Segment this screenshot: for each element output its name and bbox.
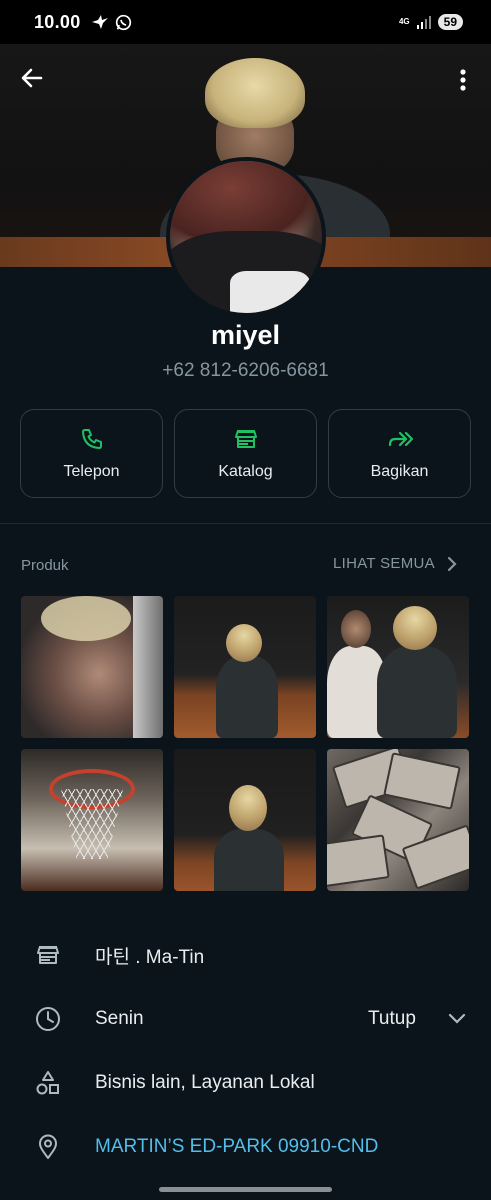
products-section-title: Produk bbox=[21, 557, 69, 574]
business-category-row: Bisnis lain, Layanan Lokal bbox=[0, 1053, 491, 1113]
chevron-right-icon bbox=[447, 556, 457, 571]
product-thumbnail[interactable] bbox=[21, 596, 163, 738]
product-grid bbox=[21, 596, 470, 891]
business-address-link[interactable]: MARTIN’S ED-PARK 09910-CND bbox=[95, 1136, 378, 1158]
product-thumbnail[interactable] bbox=[327, 749, 469, 891]
business-name: 마틴 . Ma-Tin bbox=[95, 946, 205, 968]
catalog-button[interactable]: Katalog bbox=[174, 409, 317, 498]
more-options-button[interactable] bbox=[448, 62, 478, 98]
see-all-link[interactable]: LIHAT SEMUA bbox=[333, 555, 457, 572]
business-category: Bisnis lain, Layanan Lokal bbox=[95, 1072, 315, 1093]
phone-icon bbox=[81, 428, 102, 449]
arrow-left-icon bbox=[21, 68, 43, 88]
shapes-category-icon bbox=[34, 1069, 62, 1097]
business-name-row: 마틴 . Ma-Tin bbox=[0, 925, 491, 985]
network-type-label: 4G bbox=[398, 17, 410, 26]
profile-name: miyel bbox=[210, 320, 281, 350]
section-divider bbox=[0, 523, 491, 524]
action-buttons: Telepon Katalog Bagikan bbox=[20, 409, 471, 498]
business-address-row[interactable]: MARTIN’S ED-PARK 09910-CND bbox=[0, 1117, 491, 1177]
signal-icon bbox=[416, 16, 431, 29]
hours-day: Senin bbox=[95, 1008, 144, 1029]
share-button[interactable]: Bagikan bbox=[328, 409, 471, 498]
status-time: 10.00 bbox=[34, 11, 81, 32]
bird-notification-icon bbox=[91, 15, 108, 29]
profile-phone: +62 812-6206-6681 bbox=[162, 360, 329, 381]
location-pin-icon bbox=[34, 1133, 62, 1161]
call-button-label: Telepon bbox=[63, 462, 120, 480]
home-indicator[interactable] bbox=[159, 1187, 332, 1192]
more-vertical-icon bbox=[460, 69, 466, 91]
share-forward-icon bbox=[388, 431, 413, 446]
store-icon bbox=[34, 941, 62, 969]
product-thumbnail[interactable] bbox=[174, 749, 316, 891]
product-thumbnail[interactable] bbox=[174, 596, 316, 738]
hours-status: Tutup bbox=[368, 1008, 416, 1029]
call-button[interactable]: Telepon bbox=[20, 409, 163, 498]
business-hours-row[interactable]: Senin Tutup bbox=[0, 989, 491, 1049]
product-thumbnail[interactable] bbox=[327, 596, 469, 738]
clock-icon bbox=[34, 1005, 62, 1033]
battery-indicator: 59 bbox=[437, 14, 463, 30]
status-bar: 10.00 4G 59 bbox=[0, 0, 491, 44]
store-icon bbox=[234, 429, 257, 448]
see-all-label: LIHAT SEMUA bbox=[333, 555, 435, 572]
profile-avatar[interactable] bbox=[166, 157, 326, 317]
share-button-label: Bagikan bbox=[370, 462, 429, 480]
chevron-down-icon[interactable] bbox=[448, 1013, 466, 1025]
catalog-button-label: Katalog bbox=[218, 462, 273, 480]
product-thumbnail[interactable] bbox=[21, 749, 163, 891]
back-button[interactable] bbox=[14, 60, 50, 96]
whatsapp-notification-icon bbox=[115, 14, 131, 30]
